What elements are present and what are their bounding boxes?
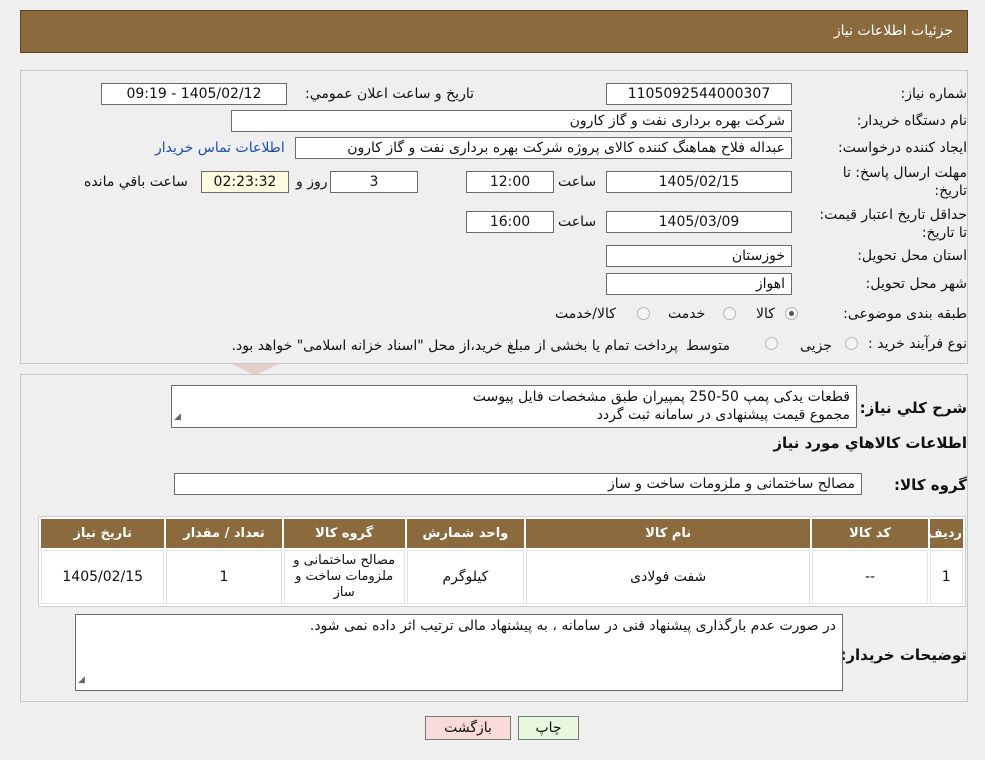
category-radio-service[interactable] [723,307,736,320]
cell-item-group: مصالح ساختمانی و ملزومات ساخت و ساز [283,550,405,604]
need-number-label: شماره نیاز: [900,86,968,102]
need-number-field: 1105092544000307 [606,83,792,105]
remaining-days-field: 3 [330,171,418,193]
reply-time-field: 12:00 [466,171,554,193]
creator-field: عبداله فلاح هماهنگ کننده کالای پروژه شرک… [295,137,792,159]
announce-datetime-field: 1405/02/12 - 09:19 [101,83,287,105]
table-row: 1 -- شفت فولادی کیلوگرم مصالح ساختمانی و… [41,550,963,604]
buyer-notes-label: توضیحات خریدار: [840,646,967,664]
city-field: اهواز [606,273,792,295]
buyer-org-label: نام دستگاه خريدار: [856,113,967,129]
validity-date-field: 1405/03/09 [606,211,792,233]
header-row-number: رديف [927,519,963,548]
header-unit: واحد شمارش [406,519,524,548]
goods-table: رديف کد کالا نام کالا واحد شمارش گروه کا… [38,516,966,607]
category-radio-goods-service[interactable] [637,307,650,320]
cell-row-number: 1 [929,550,963,604]
page-title: جزئیات اطلاعات نیاز [833,23,953,39]
cell-need-date: 1405/02/15 [41,550,165,604]
cell-item-name: شفت فولادی [525,550,811,604]
category-option-goods: کالا [756,306,775,322]
validity-time-label: ساعت [558,214,597,230]
goods-section-title: اطلاعات کالاهاي مورد نياز [773,434,967,452]
back-button[interactable]: بازگشت [425,716,511,740]
print-button[interactable]: چاپ [518,716,579,740]
cell-item-code: -- [812,550,928,604]
cell-unit: کیلوگرم [406,550,524,604]
description-label: شرح کلي نياز: [859,399,967,417]
reply-deadline-label: مهلت ارسال پاسخ: تا تاریخ: [842,165,967,199]
buyer-org-field: شرکت بهره برداری نفت و گاز کارون [231,110,792,132]
remaining-time-label: ساعت باقي مانده [84,174,188,190]
goods-group-field: مصالح ساختمانی و ملزومات ساخت و ساز [174,473,862,495]
description-textarea[interactable]: قطعات یدکی پمپ 50-250 پمپیران طبق مشخصات… [171,385,857,428]
page-header: جزئیات اطلاعات نیاز [20,10,968,53]
process-radio-medium[interactable] [765,337,778,350]
reply-time-label: ساعت [558,174,597,190]
cell-quantity: 1 [166,550,282,604]
resize-grip-icon[interactable]: ◢ [174,408,181,426]
header-item-code: کد کالا [812,519,928,548]
province-field: خوزستان [606,245,792,267]
goods-group-label: گروه کالا: [894,476,967,494]
category-option-service: خدمت [668,306,706,322]
buyer-notes-textarea[interactable]: در صورت عدم بارگذاری پیشنهاد فنی در ساما… [75,614,843,691]
resize-grip-icon[interactable]: ◢ [78,671,85,689]
process-option-medium: متوسط [686,338,730,354]
reply-date-field: 1405/02/15 [606,171,792,193]
days-label: روز و [296,174,328,190]
description-line-2: مجموع قیمت پیشنهادی در سامانه ثبت گردد [596,407,850,423]
process-note: پرداخت تمام یا بخشی از مبلغ خرید،از محل … [231,338,678,354]
creator-label: ایجاد کننده درخواست: [838,140,967,156]
price-validity-label: حداقل تاریخ اعتبار قیمت: تا تاریخ: [819,207,967,241]
description-line-1: قطعات یدکی پمپ 50-250 پمپیران طبق مشخصات… [472,389,850,405]
remaining-time-field: 02:23:32 [201,171,289,193]
header-item-group: گروه کالا [283,519,405,548]
announce-datetime-label: تاريخ و ساعت اعلان عمومي: [305,86,474,102]
header-quantity: تعداد / مقدار [166,519,282,548]
category-label: طبقه بندی موضوعی: [843,306,967,322]
buyer-notes-text: در صورت عدم بارگذاری پیشنهاد فنی در ساما… [309,618,836,634]
buyer-contact-link[interactable]: اطلاعات تماس خریدار [155,140,285,156]
province-label: استان محل تحویل: [857,248,967,264]
category-radio-goods[interactable] [785,307,798,320]
table-header-row: رديف کد کالا نام کالا واحد شمارش گروه کا… [41,519,963,548]
process-type-label: نوع فرآیند خرید : [868,336,967,352]
header-need-date: تاريخ نياز [41,519,165,548]
validity-time-field: 16:00 [466,211,554,233]
process-radio-minor[interactable] [845,337,858,350]
process-option-minor: جزیی [800,338,832,354]
city-label: شهر محل تحویل: [865,276,967,292]
header-item-name: نام کالا [525,519,811,548]
category-option-goods-service: کالا/خدمت [555,306,616,322]
